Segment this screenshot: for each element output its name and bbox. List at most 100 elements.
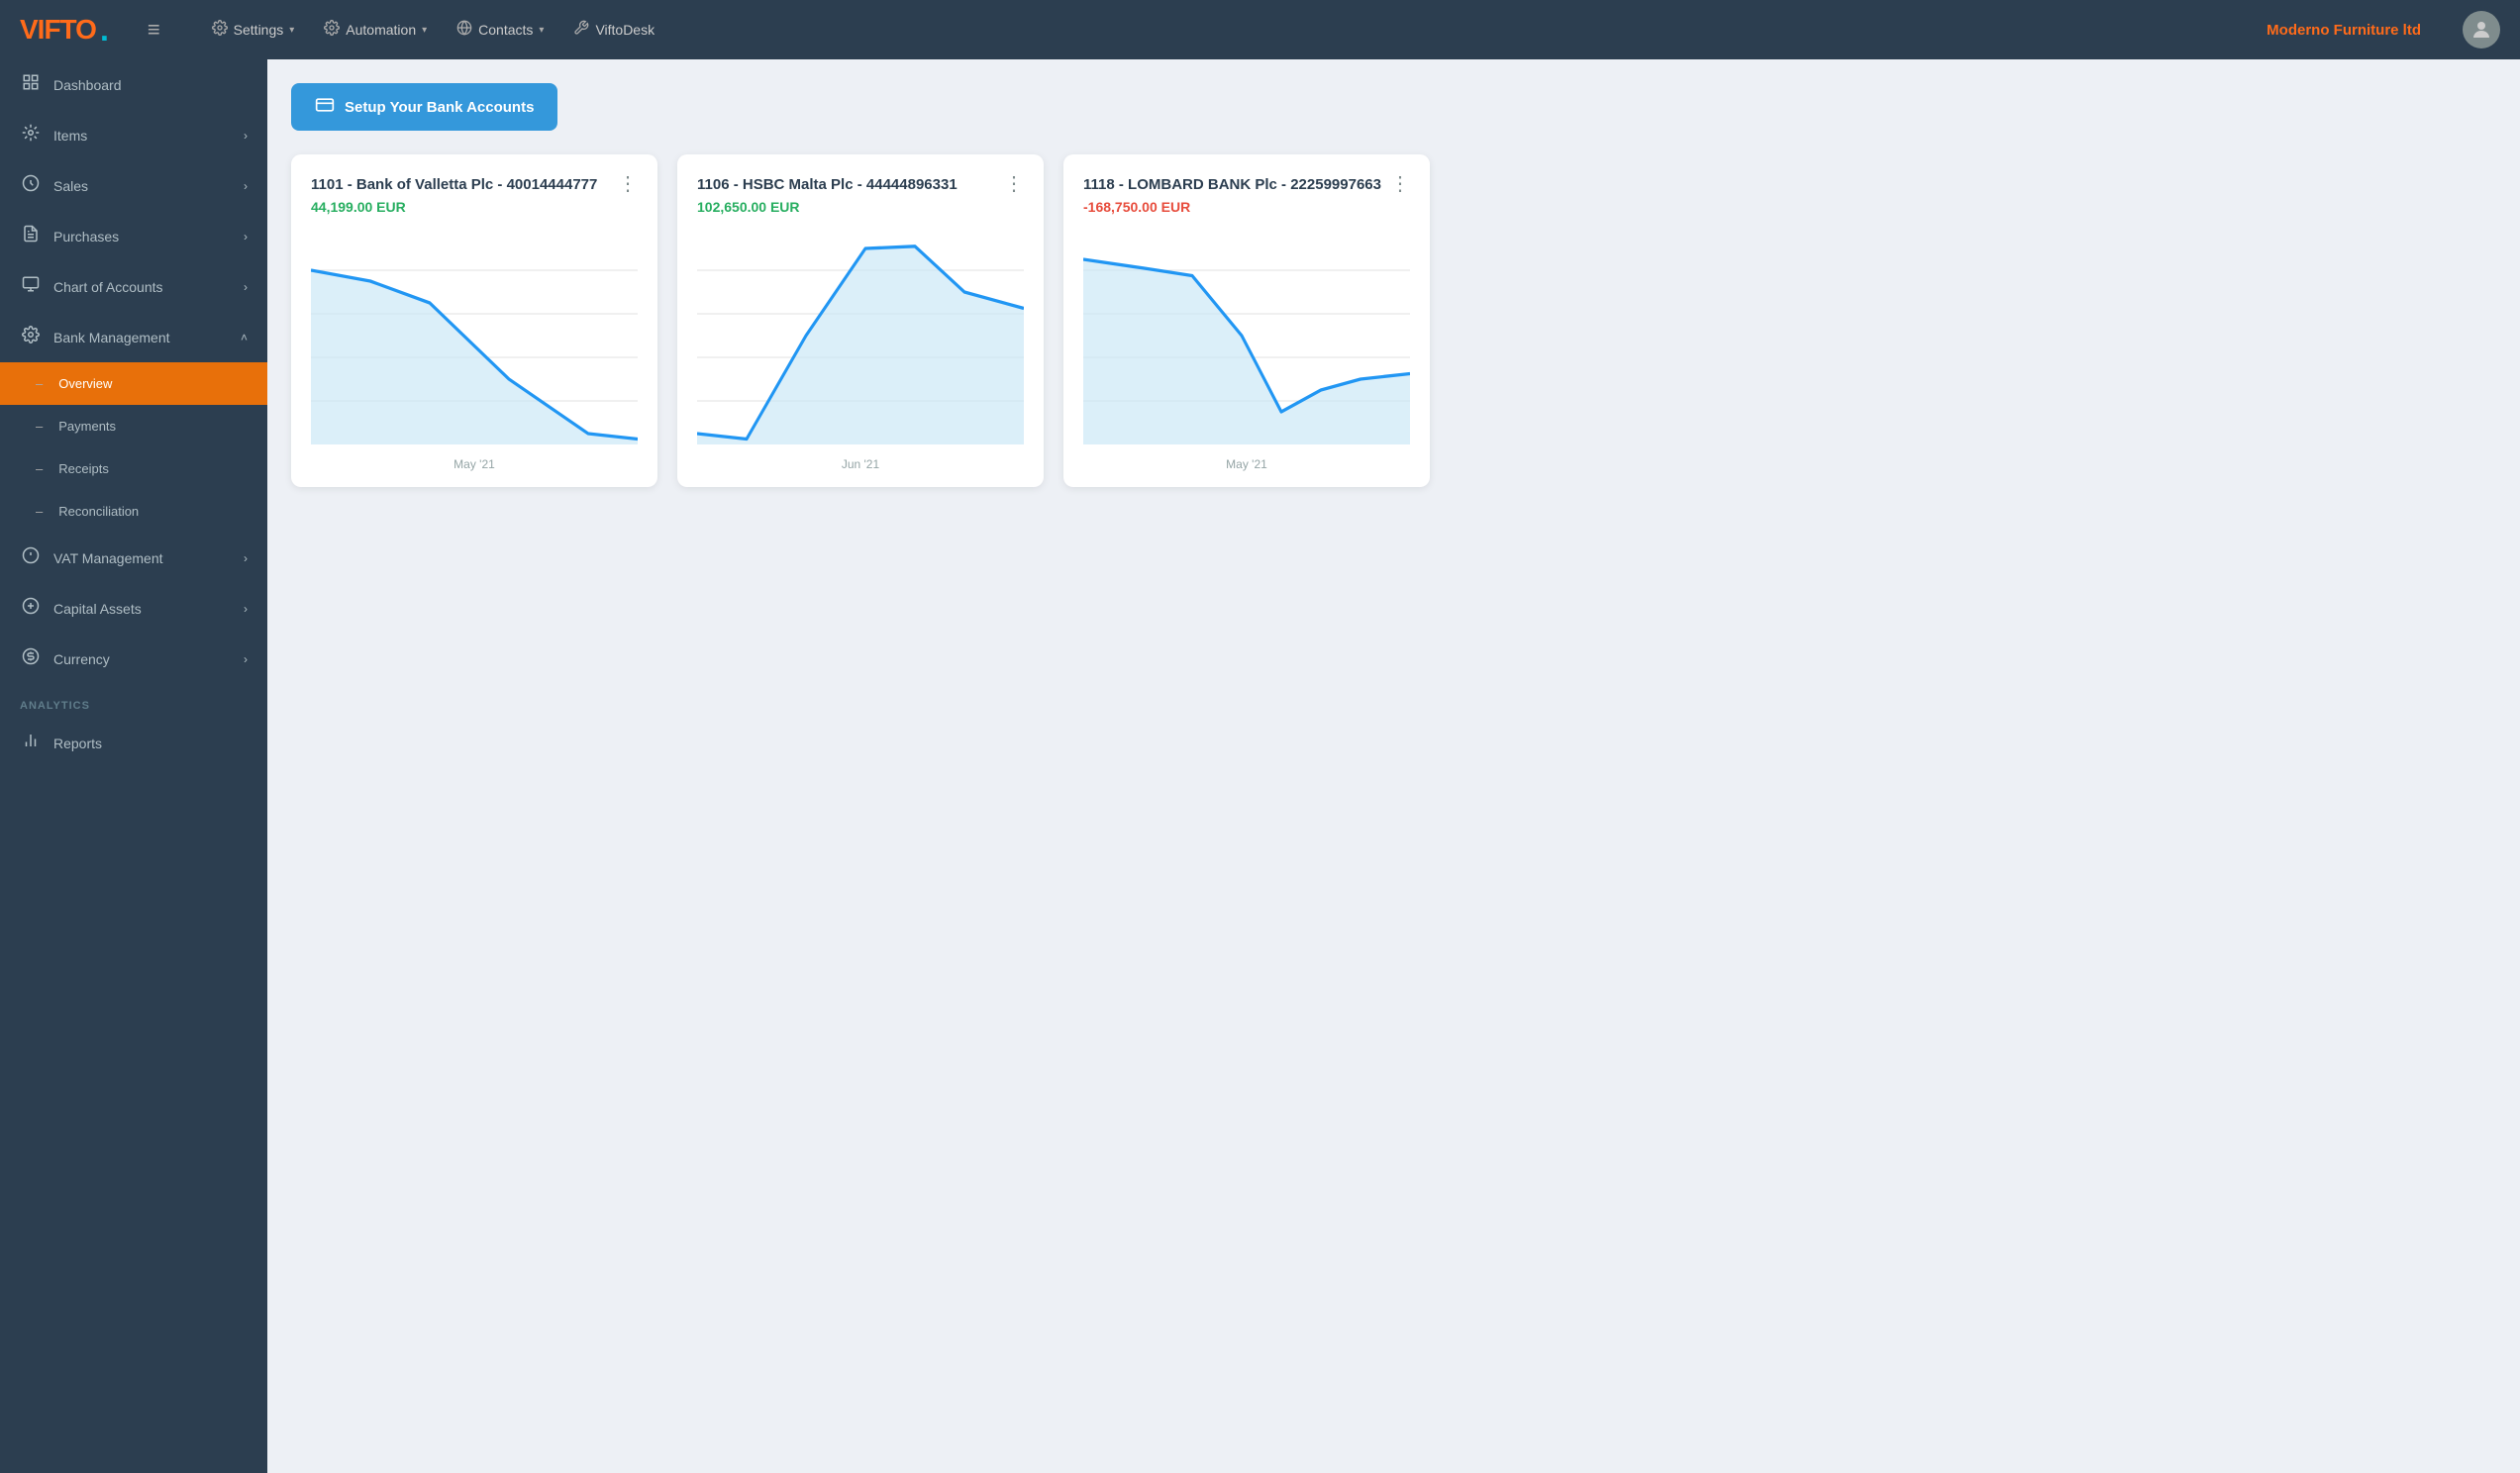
vat-management-chevron: › — [244, 551, 248, 565]
bank-card-2: 1106 - HSBC Malta Plc - 44444896331 ⋮ 10… — [677, 154, 1044, 487]
currency-label: Currency — [53, 651, 110, 667]
receipts-label: Receipts — [58, 461, 109, 476]
logo: VIFTO. — [20, 14, 108, 46]
setup-btn-icon — [315, 95, 335, 119]
sidebar-item-bank-management[interactable]: Bank Management ˄ — [0, 312, 267, 362]
analytics-section-label: ANALYTICS — [0, 684, 267, 718]
sidebar-item-vat-management[interactable]: VAT Management › — [0, 533, 267, 583]
sidebar-item-payments[interactable]: – Payments — [0, 405, 267, 447]
vat-management-label: VAT Management — [53, 550, 163, 566]
setup-bank-accounts-button[interactable]: Setup Your Bank Accounts — [291, 83, 557, 131]
bank-card-3-balance: -168,750.00 EUR — [1083, 199, 1410, 215]
setup-btn-label: Setup Your Bank Accounts — [345, 99, 534, 116]
capital-assets-icon — [20, 597, 42, 620]
bank-card-3: 1118 - LOMBARD BANK Plc - 22259997663 ⋮ … — [1063, 154, 1430, 487]
sidebar-item-receipts[interactable]: – Receipts — [0, 447, 267, 490]
settings-chevron: ▾ — [289, 25, 294, 36]
bank-card-1-title: 1101 - Bank of Valletta Plc - 4001444477… — [311, 174, 610, 195]
bank-card-1-chart — [311, 227, 638, 449]
settings-icon — [212, 20, 228, 41]
bank-card-2-chart-label: Jun '21 — [697, 457, 1024, 471]
bank-card-1: 1101 - Bank of Valletta Plc - 4001444477… — [291, 154, 657, 487]
nav-settings[interactable]: Settings ▾ — [200, 14, 307, 47]
capital-assets-label: Capital Assets — [53, 601, 142, 617]
viftodesk-icon — [573, 20, 589, 41]
chart-of-accounts-chevron: › — [244, 280, 248, 294]
layout: Dashboard Items › Sales › Purchases › — [0, 59, 2520, 1473]
bank-card-3-menu[interactable]: ⋮ — [1390, 174, 1410, 194]
dashboard-icon — [20, 73, 42, 96]
items-icon — [20, 124, 42, 147]
items-label: Items — [53, 128, 87, 144]
sidebar-item-currency[interactable]: Currency › — [0, 634, 267, 684]
receipts-dash: – — [36, 461, 43, 476]
bank-management-submenu: – Overview – Payments – Receipts – Recon… — [0, 362, 267, 533]
overview-label: Overview — [58, 376, 112, 391]
sidebar-item-purchases[interactable]: Purchases › — [0, 211, 267, 261]
capital-assets-chevron: › — [244, 602, 248, 616]
bank-management-label: Bank Management — [53, 330, 170, 345]
automation-icon — [324, 20, 340, 41]
reconciliation-label: Reconciliation — [58, 504, 139, 519]
sidebar-item-dashboard[interactable]: Dashboard — [0, 59, 267, 110]
bank-card-1-chart-label: May '21 — [311, 457, 638, 471]
bank-card-2-menu[interactable]: ⋮ — [1004, 174, 1024, 194]
chart-of-accounts-label: Chart of Accounts — [53, 279, 163, 295]
automation-chevron: ▾ — [422, 25, 427, 36]
bank-card-3-chart — [1083, 227, 1410, 449]
bank-card-2-chart — [697, 227, 1024, 449]
bank-card-2-header: 1106 - HSBC Malta Plc - 44444896331 ⋮ — [697, 174, 1024, 195]
currency-chevron: › — [244, 652, 248, 666]
purchases-label: Purchases — [53, 229, 119, 245]
reports-label: Reports — [53, 736, 102, 751]
nav-viftodesk[interactable]: ViftoDesk — [561, 14, 666, 47]
nav-contacts[interactable]: Contacts ▾ — [445, 14, 555, 47]
payments-label: Payments — [58, 419, 116, 434]
purchases-chevron: › — [244, 230, 248, 244]
bank-card-3-chart-label: May '21 — [1083, 457, 1410, 471]
bank-card-2-balance: 102,650.00 EUR — [697, 199, 1024, 215]
automation-label: Automation — [346, 22, 416, 38]
logo-text: VIFTO — [20, 14, 96, 46]
reports-icon — [20, 732, 42, 754]
settings-label: Settings — [234, 22, 284, 38]
hamburger-button[interactable]: ≡ — [148, 17, 160, 43]
bank-card-3-header: 1118 - LOMBARD BANK Plc - 22259997663 ⋮ — [1083, 174, 1410, 195]
viftodesk-label: ViftoDesk — [595, 22, 655, 38]
overview-dash: – — [36, 376, 43, 391]
bank-card-1-balance: 44,199.00 EUR — [311, 199, 638, 215]
reconciliation-dash: – — [36, 504, 43, 519]
chart-of-accounts-icon — [20, 275, 42, 298]
sidebar-item-items[interactable]: Items › — [0, 110, 267, 160]
sales-chevron: › — [244, 179, 248, 193]
sidebar-item-chart-of-accounts[interactable]: Chart of Accounts › — [0, 261, 267, 312]
sales-label: Sales — [53, 178, 88, 194]
nav-automation[interactable]: Automation ▾ — [312, 14, 439, 47]
contacts-icon — [456, 20, 472, 41]
sales-icon — [20, 174, 42, 197]
nav-items: Settings ▾ Automation ▾ Contacts ▾ Vifto… — [200, 14, 2238, 47]
company-name: Moderno Furniture ltd — [2267, 22, 2421, 39]
contacts-chevron: ▾ — [539, 25, 544, 36]
bank-management-chevron: ˄ — [241, 331, 248, 344]
sidebar-item-sales[interactable]: Sales › — [0, 160, 267, 211]
sidebar-item-overview[interactable]: – Overview — [0, 362, 267, 405]
currency-icon — [20, 647, 42, 670]
vat-management-icon — [20, 546, 42, 569]
sidebar-item-reconciliation[interactable]: – Reconciliation — [0, 490, 267, 533]
contacts-label: Contacts — [478, 22, 533, 38]
dashboard-label: Dashboard — [53, 77, 122, 93]
bank-card-2-title: 1106 - HSBC Malta Plc - 44444896331 — [697, 174, 996, 195]
bank-card-1-menu[interactable]: ⋮ — [618, 174, 638, 194]
payments-dash: – — [36, 419, 43, 434]
user-avatar[interactable] — [2463, 11, 2500, 49]
sidebar-item-reports[interactable]: Reports — [0, 718, 267, 768]
bank-management-icon — [20, 326, 42, 348]
bank-card-3-title: 1118 - LOMBARD BANK Plc - 22259997663 — [1083, 174, 1382, 195]
bank-cards-container: 1101 - Bank of Valletta Plc - 4001444477… — [291, 154, 2496, 487]
top-navigation: VIFTO. ≡ Settings ▾ Automation ▾ Contact… — [0, 0, 2520, 59]
sidebar-item-capital-assets[interactable]: Capital Assets › — [0, 583, 267, 634]
main-content: Setup Your Bank Accounts 1101 - Bank of … — [267, 59, 2520, 1473]
logo-dot: . — [100, 14, 108, 46]
items-chevron: › — [244, 129, 248, 143]
